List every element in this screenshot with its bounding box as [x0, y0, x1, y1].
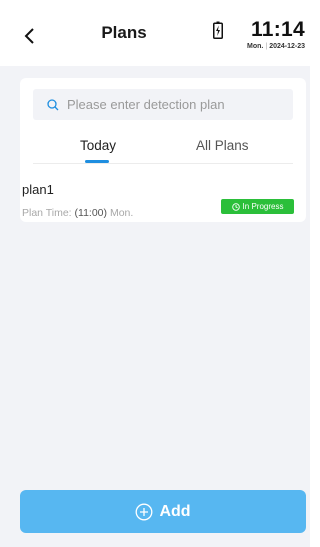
clock-time: 11:14 [250, 18, 305, 41]
add-button-label: Add [159, 502, 191, 520]
status-indicator: 11:14 Mon. | 2024-12-23 [209, 18, 305, 54]
plan-name: plan1 [22, 182, 54, 197]
plan-time-value: (11:00) [74, 207, 108, 219]
plan-item[interactable]: plan1 Plan Time: (11:00) Mon. In Progres… [20, 174, 306, 222]
clock-date-value: 2024-12-23 [269, 43, 305, 50]
clock-date: Mon. | 2024-12-23 [247, 43, 305, 50]
plus-circle-icon [135, 503, 153, 520]
status-badge: In Progress [221, 199, 294, 214]
plans-card: Today All Plans plan1 Plan Time: (11:00)… [20, 78, 306, 222]
battery-charging-icon [213, 21, 223, 39]
plan-time-label: Plan Time: [22, 207, 72, 219]
search-bar[interactable] [33, 89, 293, 120]
clock-icon [231, 202, 240, 211]
tab-all-plans[interactable]: All Plans [196, 138, 249, 153]
status-text: In Progress [242, 202, 284, 211]
back-button[interactable] [20, 25, 40, 47]
plan-tabs: Today All Plans [33, 130, 293, 164]
tab-today[interactable]: Today [80, 138, 116, 153]
chevron-left-icon [24, 28, 34, 44]
active-tab-indicator [85, 160, 109, 163]
plan-day: Mon. [109, 207, 134, 219]
search-icon [47, 98, 59, 110]
app-header: Plans 11:14 Mon. | 2024-12-23 [0, 0, 310, 66]
search-input[interactable] [67, 97, 287, 112]
add-button[interactable]: Add [20, 490, 306, 533]
plan-time: Plan Time: (11:00) Mon. [22, 207, 133, 219]
clock-day: Mon. [247, 43, 264, 50]
content-area: Today All Plans plan1 Plan Time: (11:00)… [0, 66, 310, 547]
